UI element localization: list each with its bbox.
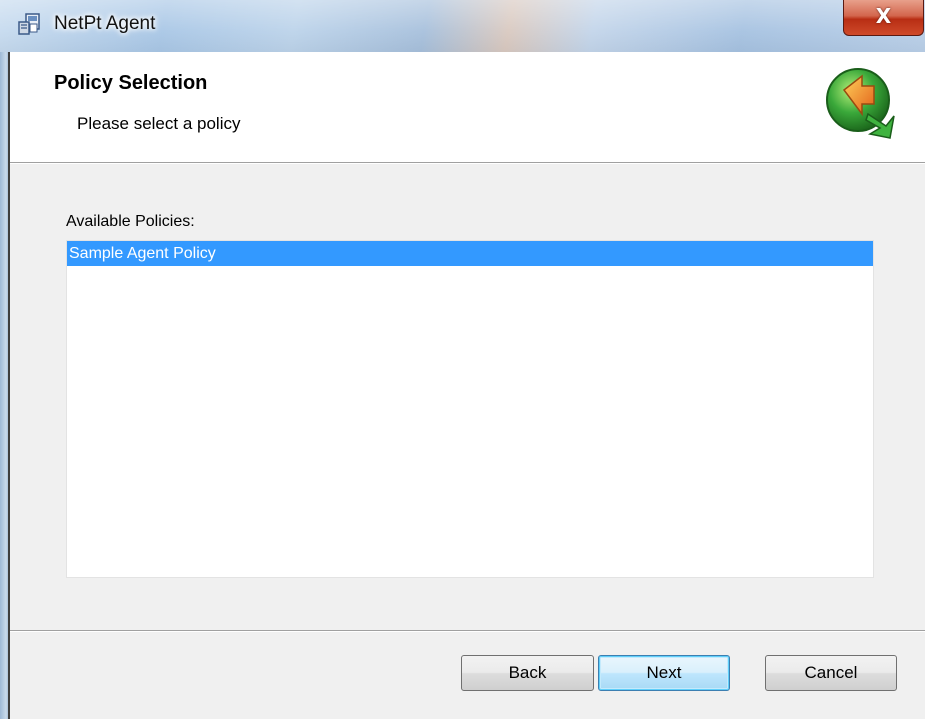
green-refresh-arrow-logo-icon [824, 64, 896, 142]
list-item-sample-agent-policy[interactable]: Sample Agent Policy [67, 241, 873, 266]
next-button[interactable]: Next [598, 655, 730, 691]
window-frame-left [0, 52, 10, 719]
close-icon: X [875, 4, 892, 28]
back-button[interactable]: Back [461, 655, 594, 691]
header-divider [10, 162, 925, 164]
available-policies-label: Available Policies: [66, 213, 195, 230]
installer-icon [17, 12, 41, 36]
policy-list[interactable]: Sample Agent Policy [66, 240, 874, 578]
footer-divider [10, 630, 925, 632]
title-bar[interactable]: NetPt Agent X [0, 0, 925, 52]
page-subtitle: Please select a policy [77, 114, 241, 133]
close-button[interactable]: X [843, 0, 924, 36]
cancel-button[interactable]: Cancel [765, 655, 897, 691]
wizard-header: Policy Selection Please select a policy [10, 52, 925, 162]
page-title: Policy Selection [54, 72, 208, 94]
window-title: NetPt Agent [54, 13, 156, 34]
